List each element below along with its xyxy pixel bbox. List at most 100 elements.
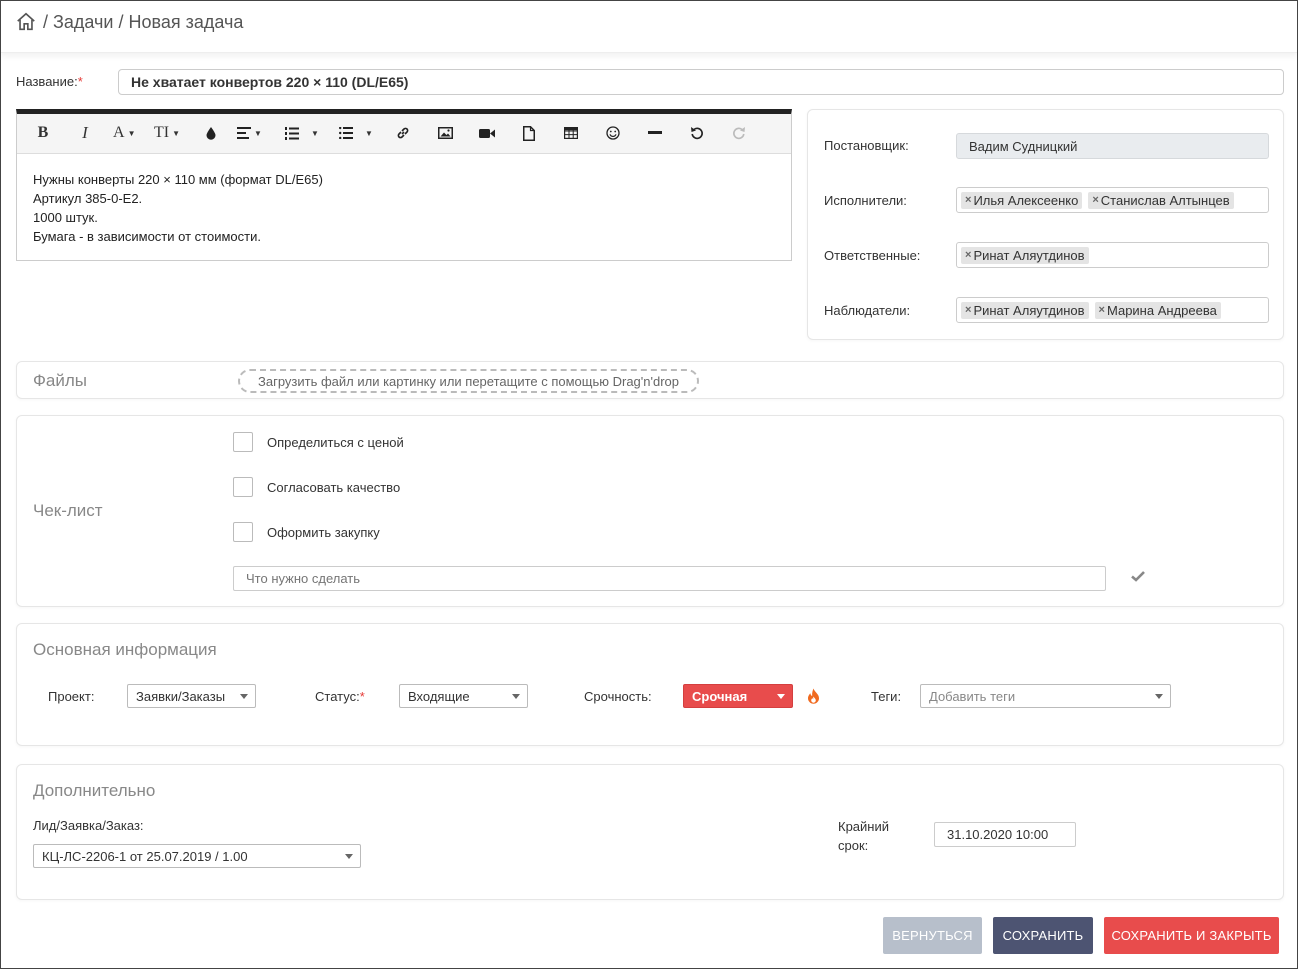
project-select[interactable]: Заявки/Заказы (127, 684, 256, 708)
remove-tag-icon[interactable]: × (965, 304, 971, 316)
lead-value: КЦ-ЛС-2206-1 от 25.07.2019 / 1.00 (42, 848, 248, 864)
chevron-down-icon: ▼ (254, 128, 262, 138)
horizontal-rule-button[interactable] (645, 122, 665, 144)
back-button[interactable]: ВЕРНУТЬСЯ (883, 917, 982, 954)
additional-section: Дополнительно Лид/Заявка/Заказ: КЦ-ЛС-22… (16, 764, 1284, 900)
new-checklist-item-input[interactable] (233, 566, 1106, 591)
tag-label: Марина Андреева (1106, 302, 1217, 318)
chevron-down-icon (240, 694, 248, 699)
additional-title: Дополнительно (33, 781, 156, 800)
upload-text: Загрузить файл или картинку или перетащи… (258, 373, 679, 389)
chevron-down-icon: ▼ (127, 128, 136, 138)
align-left-icon (237, 127, 251, 139)
status-label-text: Статус: (315, 689, 360, 704)
checkmark-icon[interactable] (1131, 570, 1145, 582)
file-button[interactable] (519, 122, 539, 144)
remove-tag-icon[interactable]: × (1099, 304, 1105, 316)
save-and-close-button[interactable]: СОХРАНИТЬ И ЗАКРЫТЬ (1104, 917, 1279, 954)
main-info-section: Основная информация Проект: Заявки/Заказ… (16, 623, 1284, 746)
observers-label: Наблюдатели: (824, 303, 911, 318)
author-field: Вадим Судницкий (956, 133, 1269, 159)
editor-line: Нужны конверты 220 × 110 мм (формат DL/E… (33, 172, 323, 187)
file-icon (523, 125, 535, 141)
editor-content[interactable]: Нужны конверты 220 × 110 мм (формат DL/E… (33, 170, 773, 246)
editor-toolbar: B I A ▼ TI ▼ ▼ ▼ ▼ (17, 114, 791, 154)
description-editor[interactable]: B I A ▼ TI ▼ ▼ ▼ ▼ Нужны конверты 220 × … (16, 109, 792, 261)
tags-label: Теги: (871, 689, 902, 704)
checklist-item-label: Оформить закупку (267, 524, 380, 540)
editor-line: Бумага - в зависимости от стоимости. (33, 229, 261, 244)
bulleted-list-button[interactable]: ▼ (339, 122, 373, 144)
editor-line: 1000 штук. (33, 210, 98, 225)
required-mark: * (359, 689, 365, 704)
italic-label: I (82, 123, 88, 142)
required-mark: * (77, 74, 83, 89)
chevron-down-icon (1155, 694, 1163, 699)
tag-label: Ринат Аляутдинов (973, 247, 1085, 263)
chevron-down-icon: ▼ (365, 128, 373, 138)
checklist-checkbox[interactable] (233, 432, 253, 452)
breadcrumb-current: Новая задача (128, 11, 244, 32)
author-label: Постановщик: (824, 138, 909, 153)
lead-select[interactable]: КЦ-ЛС-2206-1 от 25.07.2019 / 1.00 (33, 844, 361, 868)
remove-tag-icon[interactable]: × (965, 194, 971, 206)
executor-tag: × Илья Алексеенко (961, 191, 1083, 209)
tags-placeholder: Добавить теги (929, 688, 1016, 704)
checklist-checkbox[interactable] (233, 522, 253, 542)
chevron-down-icon: ▼ (311, 128, 319, 138)
tag-label: Ринат Аляутдинов (973, 302, 1085, 318)
status-select[interactable]: Входящие (399, 684, 528, 708)
undo-button[interactable] (687, 122, 707, 144)
observers-field[interactable]: × Ринат Аляутдинов × Марина Андреева (956, 297, 1269, 323)
executor-tag: × Станислав Алтынцев (1088, 191, 1234, 209)
remove-tag-icon[interactable]: × (1092, 194, 1098, 206)
executors-field[interactable]: × Илья Алексеенко × Станислав Алтынцев (956, 187, 1269, 213)
remove-tag-icon[interactable]: × (965, 249, 971, 261)
project-value: Заявки/Заказы (136, 688, 226, 704)
emoji-button[interactable] (603, 122, 623, 144)
italic-button[interactable]: I (75, 122, 95, 144)
checklist-section: Чек-лист Определиться с ценой Согласоват… (16, 415, 1284, 607)
tags-select[interactable]: Добавить теги (920, 684, 1171, 708)
save-button[interactable]: СОХРАНИТЬ (993, 917, 1093, 954)
chevron-down-icon (512, 694, 520, 699)
urgency-select[interactable]: Срочная (683, 684, 793, 708)
checklist-checkbox[interactable] (233, 477, 253, 497)
image-button[interactable] (435, 122, 455, 144)
link-button[interactable] (393, 122, 413, 144)
redo-button[interactable] (729, 122, 749, 144)
text-size-button[interactable]: TI ▼ (154, 122, 180, 144)
editor-line: Артикул 385-0-E2. (33, 191, 143, 206)
breadcrumb: / Задачи / Новая задача (15, 11, 243, 33)
video-camera-icon (479, 128, 495, 138)
file-upload-dropzone[interactable]: Загрузить файл или картинку или перетащи… (238, 369, 699, 393)
project-label: Проект: (48, 689, 95, 704)
redo-icon (733, 127, 745, 140)
home-icon[interactable] (15, 11, 37, 33)
text-size-label: TI (154, 124, 170, 141)
chevron-down-icon: ▼ (172, 128, 181, 138)
files-section: Файлы Загрузить файл или картинку или пе… (16, 361, 1284, 399)
ordered-list-button[interactable]: ▼ (285, 122, 319, 144)
checklist-title: Чек-лист (33, 501, 103, 520)
bold-button[interactable]: B (33, 122, 53, 144)
responsible-label: Ответственные: (824, 248, 921, 263)
title-label-text: Название: (16, 74, 78, 89)
title-label: Название:* (16, 74, 83, 89)
undo-icon (691, 127, 703, 140)
deadline-input[interactable] (934, 822, 1076, 847)
breadcrumb-tasks-link[interactable]: Задачи (53, 12, 113, 33)
checklist-item: Определиться с ценой (233, 432, 404, 452)
tag-label: Станислав Алтынцев (1100, 192, 1230, 208)
responsible-tag: × Ринат Аляутдинов (961, 246, 1089, 264)
font-color-button[interactable]: A ▼ (113, 122, 135, 144)
ink-button[interactable] (201, 122, 221, 144)
urgency-value: Срочная (692, 688, 748, 704)
video-button[interactable] (477, 122, 497, 144)
table-button[interactable] (561, 122, 581, 144)
responsible-field[interactable]: × Ринат Аляутдинов (956, 242, 1269, 268)
main-info-title: Основная информация (33, 640, 217, 659)
align-button[interactable]: ▼ (237, 122, 262, 144)
author-value: Вадим Судницкий (969, 138, 1078, 154)
title-input[interactable] (118, 69, 1284, 95)
